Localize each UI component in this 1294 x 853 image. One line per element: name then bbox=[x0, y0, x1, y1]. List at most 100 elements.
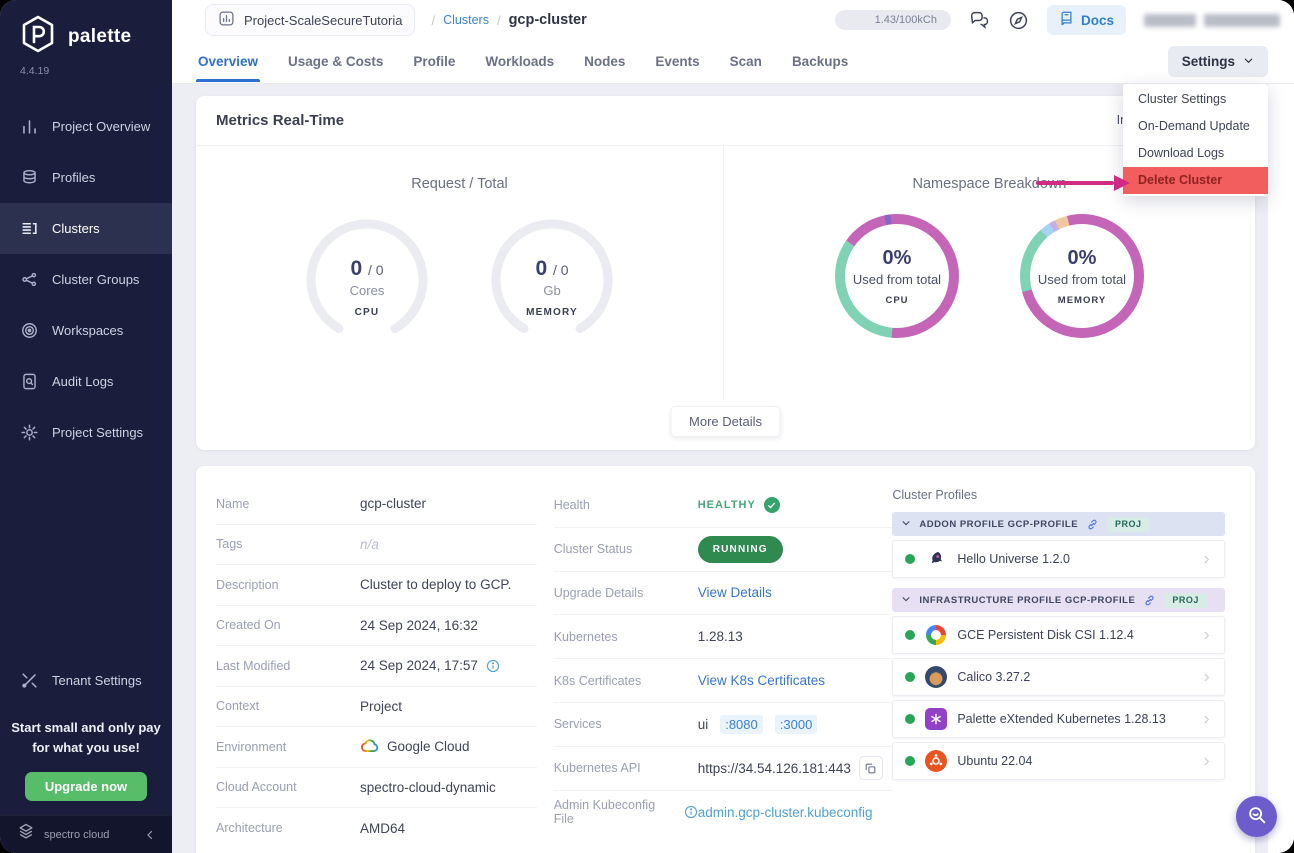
service-port-link[interactable]: :8080 bbox=[720, 715, 763, 734]
tab-overview[interactable]: Overview bbox=[196, 41, 260, 82]
link-icon[interactable] bbox=[1143, 594, 1156, 607]
info-icon[interactable] bbox=[486, 659, 500, 673]
service-port-link[interactable]: :3000 bbox=[775, 715, 818, 734]
breadcrumb-separator: / bbox=[431, 13, 435, 28]
settings-button[interactable]: Settings bbox=[1168, 46, 1268, 77]
profile-layer-pxk[interactable]: Palette eXtended Kubernetes 1.28.13 bbox=[892, 700, 1225, 738]
running-badge: RUNNING bbox=[698, 536, 783, 563]
info-row-architecture: Architecture AMD64 bbox=[216, 808, 537, 849]
profile-layer-calico[interactable]: Calico 3.27.2 bbox=[892, 658, 1225, 696]
info-row-last-modified: Last Modified 24 Sep 2024, 17:57 bbox=[216, 646, 537, 687]
cluster-info-column: Name gcp-cluster Tags n/a Description Cl… bbox=[216, 484, 537, 853]
main-content: Metrics Real-Time Inclu Request / Total … bbox=[172, 84, 1268, 853]
tab-backups[interactable]: Backups bbox=[790, 41, 850, 82]
tab-nodes[interactable]: Nodes bbox=[582, 41, 627, 82]
health-status: HEALTHY bbox=[698, 497, 780, 513]
sidebar-item-clusters[interactable]: Clusters bbox=[0, 203, 172, 254]
memory-used-value: 0 bbox=[535, 257, 547, 280]
spectro-cloud-logo-icon bbox=[16, 822, 36, 847]
chevron-right-icon bbox=[1201, 554, 1212, 565]
sidebar-item-tenant-settings[interactable]: Tenant Settings bbox=[0, 655, 172, 706]
user-name-redacted[interactable] bbox=[1144, 14, 1280, 27]
memory-total-value: / 0 bbox=[553, 262, 569, 278]
cluster-details-card: Name gcp-cluster Tags n/a Description Cl… bbox=[196, 466, 1255, 853]
menu-item-cluster-settings[interactable]: Cluster Settings bbox=[1123, 86, 1268, 113]
sidebar-item-workspaces[interactable]: Workspaces bbox=[0, 305, 172, 356]
more-details-button[interactable]: More Details bbox=[670, 406, 781, 437]
breadcrumb: / Clusters / gcp-cluster bbox=[431, 12, 586, 28]
info-row-created-on: Created On 24 Sep 2024, 16:32 bbox=[216, 606, 537, 647]
info-row-cloud-account: Cloud Account spectro-cloud-dynamic bbox=[216, 768, 537, 809]
sidebar-item-cluster-groups[interactable]: Cluster Groups bbox=[0, 254, 172, 305]
collapse-sidebar-icon[interactable] bbox=[144, 829, 156, 841]
scope-badge: PROJ bbox=[1164, 593, 1207, 608]
footer-brand-text: spectro cloud bbox=[44, 829, 109, 841]
status-row-k8s-certificates: K8s Certificates View K8s Certificates bbox=[554, 659, 893, 703]
sidebar-item-project-settings[interactable]: Project Settings bbox=[0, 407, 172, 458]
profile-layer-gce-disk[interactable]: GCE Persistent Disk CSI 1.12.4 bbox=[892, 616, 1225, 654]
info-row-name: Name gcp-cluster bbox=[216, 484, 537, 525]
sidebar-nav: Project Overview Profiles Clusters Clust… bbox=[0, 101, 172, 458]
menu-item-download-logs[interactable]: Download Logs bbox=[1123, 140, 1268, 167]
tab-usage-costs[interactable]: Usage & Costs bbox=[286, 41, 385, 82]
namespace-memory-donut: 0% Used from total MEMORY bbox=[1020, 214, 1144, 338]
profile-layer-ubuntu[interactable]: Ubuntu 22.04 bbox=[892, 742, 1225, 780]
status-dot bbox=[905, 756, 915, 766]
view-k8s-certificates-link[interactable]: View K8s Certificates bbox=[698, 673, 825, 688]
docs-button[interactable]: Docs bbox=[1047, 5, 1126, 35]
memory-caption: Used from total bbox=[1038, 272, 1126, 287]
compass-icon[interactable] bbox=[1008, 10, 1029, 31]
chevron-right-icon bbox=[1201, 630, 1212, 641]
sidebar-item-profiles[interactable]: Profiles bbox=[0, 152, 172, 203]
link-icon[interactable] bbox=[1086, 518, 1099, 531]
annotation-arrow bbox=[1036, 175, 1130, 191]
infrastructure-profile-header[interactable]: INFRASTRUCTURE PROFILE GCP-PROFILE PROJ bbox=[892, 588, 1225, 612]
status-row-kubeconfig: Admin Kubeconfig File admin.gcp-cluster.… bbox=[554, 791, 893, 835]
cpu-total-value: / 0 bbox=[368, 262, 384, 278]
book-icon bbox=[1059, 11, 1074, 29]
cluster-list-icon bbox=[20, 219, 39, 238]
breadcrumb-clusters-link[interactable]: Clusters bbox=[443, 13, 489, 27]
help-search-fab[interactable] bbox=[1236, 796, 1277, 837]
breadcrumb-separator: / bbox=[497, 13, 501, 28]
scope-badge: PROJ bbox=[1107, 517, 1150, 532]
scroll-gutter[interactable] bbox=[1268, 84, 1294, 853]
metrics-title: Metrics Real-Time bbox=[216, 112, 344, 129]
tab-scan[interactable]: Scan bbox=[728, 41, 764, 82]
kubeconfig-download-link[interactable]: admin.gcp-cluster.kubeconfig bbox=[698, 805, 873, 820]
view-details-link[interactable]: View Details bbox=[698, 585, 772, 600]
info-icon[interactable] bbox=[684, 805, 698, 819]
chevron-down-icon bbox=[901, 594, 911, 607]
metrics-realtime-card: Metrics Real-Time Inclu Request / Total … bbox=[196, 96, 1255, 450]
menu-item-on-demand-update[interactable]: On-Demand Update bbox=[1123, 113, 1268, 140]
namespace-cpu-donut: 0% Used from total CPU bbox=[835, 214, 959, 338]
chat-icon[interactable] bbox=[969, 10, 990, 31]
addon-profile-header[interactable]: ADDON PROFILE GCP-PROFILE PROJ bbox=[892, 512, 1225, 536]
service-name: ui bbox=[698, 717, 709, 732]
sidebar-item-audit-logs[interactable]: Audit Logs bbox=[0, 356, 172, 407]
upgrade-now-button[interactable]: Upgrade now bbox=[25, 772, 147, 801]
status-row-cluster-status: Cluster Status RUNNING bbox=[554, 528, 893, 572]
bar-chart-icon bbox=[20, 117, 39, 136]
status-dot bbox=[905, 714, 915, 724]
info-row-tags: Tags n/a bbox=[216, 525, 537, 566]
cpu-used-value: 0 bbox=[350, 257, 362, 280]
project-selector[interactable]: Project-ScaleSecureTutoria bbox=[205, 4, 415, 36]
sidebar-item-label: Project Settings bbox=[52, 425, 143, 440]
menu-item-delete-cluster[interactable]: Delete Cluster bbox=[1123, 167, 1268, 194]
cpu-gauge-label: CPU bbox=[355, 307, 380, 318]
brand: palette bbox=[0, 0, 172, 61]
chevron-down-icon bbox=[1243, 54, 1254, 69]
tab-events[interactable]: Events bbox=[653, 41, 701, 82]
sidebar-item-project-overview[interactable]: Project Overview bbox=[0, 101, 172, 152]
memory-donut-label: MEMORY bbox=[1058, 295, 1106, 306]
credits-pill: 1.43/100kCh bbox=[835, 10, 951, 30]
gce-disk-icon bbox=[926, 625, 946, 645]
tab-workloads[interactable]: Workloads bbox=[483, 41, 556, 82]
palette-app: palette 4.4.19 Project Overview Profiles… bbox=[0, 0, 1294, 853]
profile-layer-hello-universe[interactable]: Hello Universe 1.2.0 bbox=[892, 540, 1225, 578]
tab-profile[interactable]: Profile bbox=[411, 41, 457, 82]
pxk-icon bbox=[925, 708, 947, 730]
sidebar-item-label: Tenant Settings bbox=[52, 673, 142, 688]
copy-icon[interactable] bbox=[859, 756, 883, 780]
